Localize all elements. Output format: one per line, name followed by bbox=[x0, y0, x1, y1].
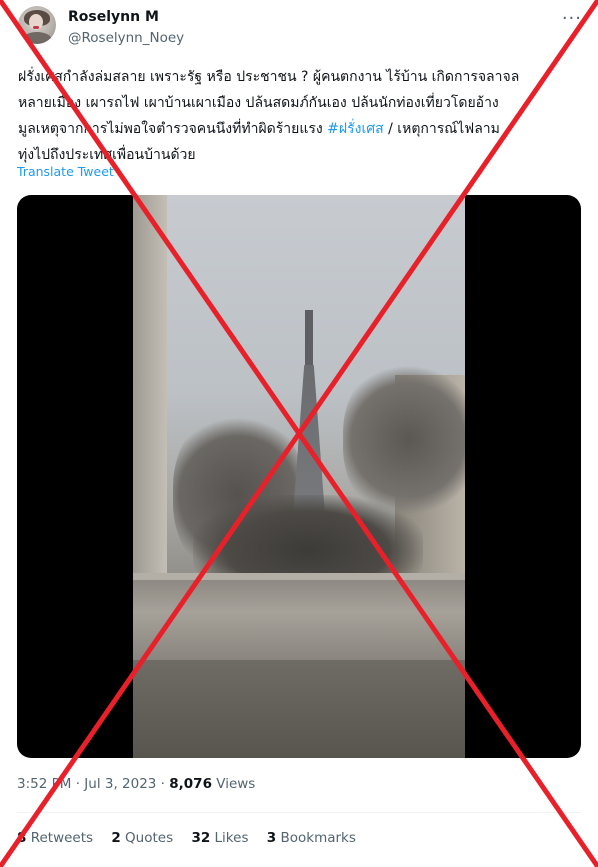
tweet-meta: 3:52 PM · Jul 3, 2023 · 8,076 Views bbox=[17, 776, 255, 792]
ground bbox=[133, 660, 465, 758]
tweet-date[interactable]: Jul 3, 2023 bbox=[84, 776, 156, 792]
avatar[interactable] bbox=[18, 6, 56, 44]
author-handle[interactable]: @Roselynn_Noey bbox=[68, 30, 184, 46]
balustrade bbox=[133, 580, 465, 660]
translate-tweet-link[interactable]: Translate Tweet bbox=[17, 164, 114, 179]
likes-label: Likes bbox=[210, 830, 249, 846]
views-label: Views bbox=[211, 776, 256, 792]
quotes-count: 2 bbox=[111, 830, 121, 846]
video-frame[interactable] bbox=[133, 195, 465, 758]
quotes-label: Quotes bbox=[120, 830, 174, 846]
hashtag-link[interactable]: #ฝรั่งเศส bbox=[327, 121, 384, 137]
quotes-stat[interactable]: 2 Quotes bbox=[111, 830, 173, 846]
meta-separator-2: · bbox=[156, 776, 170, 792]
more-options-icon[interactable]: ··· bbox=[562, 8, 582, 29]
eiffel-tower-spire bbox=[305, 310, 313, 370]
building-left bbox=[133, 195, 167, 615]
tweet-text: ฝรั่งเศสกำลังล่มสลาย เพราะรัฐ หรือ ประชา… bbox=[18, 64, 580, 168]
tweet-text-line-2: หลายเมือง เผารถไฟ เผาบ้านเผาเมือง ปล้นสด… bbox=[18, 95, 499, 111]
bookmarks-label: Bookmarks bbox=[276, 830, 356, 846]
engagement-stats: 8 Retweets 2 Quotes 32 Likes 3 Bookmarks bbox=[17, 830, 370, 846]
views-count: 8,076 bbox=[169, 776, 212, 792]
likes-count: 32 bbox=[191, 830, 211, 846]
tweet-text-line-3: มูลเหตุจากการไม่พอใจตำรวจคนนึงที่ทำผิดร้… bbox=[18, 121, 323, 137]
likes-stat[interactable]: 32 Likes bbox=[191, 830, 248, 846]
avatar-lips bbox=[33, 26, 39, 29]
smoke-cloud-right bbox=[343, 360, 465, 520]
tweet-text-line-4: ทุ่งไปถึงประเทศเพื่อนบ้านด้วย bbox=[18, 147, 196, 163]
retweets-label: Retweets bbox=[26, 830, 94, 846]
retweets-count: 8 bbox=[17, 830, 27, 846]
author-display-name[interactable]: Roselynn M bbox=[68, 9, 159, 25]
tweet-page: Roselynn M @Roselynn_Noey ··· ฝรั่งเศสกำ… bbox=[0, 0, 598, 867]
bookmarks-stat[interactable]: 3 Bookmarks bbox=[267, 830, 356, 846]
tweet-media[interactable] bbox=[17, 195, 581, 758]
tweet-text-line-1: ฝรั่งเศสกำลังล่มสลาย เพราะรัฐ หรือ ประชา… bbox=[18, 69, 520, 85]
meta-separator: · bbox=[71, 776, 85, 792]
retweets-stat[interactable]: 8 Retweets bbox=[17, 830, 93, 846]
divider bbox=[17, 812, 581, 813]
tweet-text-line-3-suffix: / เหตุการณ์ไฟลาม bbox=[383, 121, 500, 137]
eiffel-tower-body bbox=[293, 365, 325, 515]
avatar-body bbox=[22, 32, 52, 44]
tweet-time[interactable]: 3:52 PM bbox=[17, 776, 71, 792]
bookmarks-count: 3 bbox=[266, 830, 277, 846]
